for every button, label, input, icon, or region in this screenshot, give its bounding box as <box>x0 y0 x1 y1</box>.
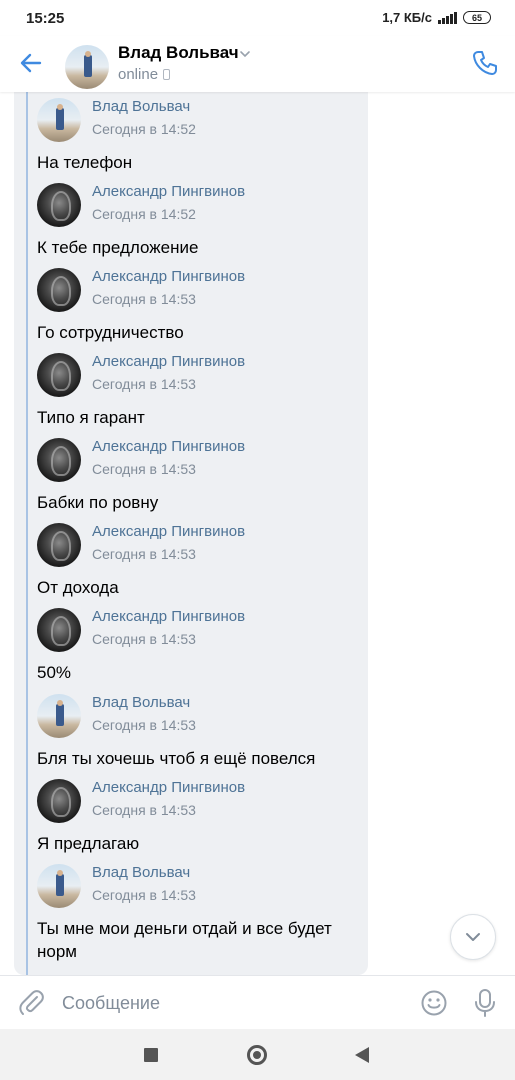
list-item[interactable]: Александр Пингвинов Сегодня в 14:53 Го с… <box>0 262 515 347</box>
author-name[interactable]: Александр Пингвинов <box>92 183 245 200</box>
message-input[interactable] <box>62 988 402 1018</box>
list-item[interactable]: Влад Вольвач Сегодня в 14:53 Бля ты хоче… <box>0 688 515 773</box>
emoji-icon[interactable] <box>420 989 448 1017</box>
list-item[interactable]: Александр Пингвинов Сегодня в 14:53 Я пр… <box>0 773 515 858</box>
phone-icon[interactable] <box>471 49 499 77</box>
back-icon[interactable] <box>355 1047 369 1063</box>
avatar[interactable] <box>65 45 109 89</box>
back-arrow-icon[interactable] <box>18 50 44 76</box>
chat-area[interactable]: Влад Вольвач Сегодня в 14:52 На телефон … <box>0 92 515 975</box>
avatar[interactable] <box>37 779 81 823</box>
scroll-down-button[interactable] <box>450 914 496 960</box>
list-item[interactable]: Александр Пингвинов Сегодня в 14:52 К те… <box>0 177 515 262</box>
home-icon[interactable] <box>247 1045 267 1065</box>
status-right: 1,7 КБ/с 65 <box>382 10 491 25</box>
network-speed: 1,7 КБ/с <box>382 10 432 25</box>
avatar[interactable] <box>37 523 81 567</box>
author-name[interactable]: Александр Пингвинов <box>92 438 245 455</box>
microphone-icon[interactable] <box>472 988 498 1018</box>
message-time: Сегодня в 14:52 <box>92 121 196 137</box>
message-time: Сегодня в 14:53 <box>92 717 196 733</box>
message-text: Я предлагаю <box>37 834 140 853</box>
avatar[interactable] <box>37 353 81 397</box>
message-time: Сегодня в 14:53 <box>92 376 196 392</box>
message-text: Ты мне мои деньги отдай и все будет норм <box>37 919 332 961</box>
message-text: К тебе предложение <box>37 238 199 257</box>
message-text: От дохода <box>37 578 119 597</box>
avatar[interactable] <box>37 98 81 142</box>
message-text: На телефон <box>37 153 133 172</box>
online-status: online <box>118 66 171 83</box>
author-name[interactable]: Александр Пингвинов <box>92 523 245 540</box>
list-item[interactable]: Александр Пингвинов Сегодня в 14:53 50% <box>0 602 515 687</box>
list-item[interactable]: Влад Вольвач Сегодня в 14:53 Ты мне мои … <box>0 858 515 975</box>
message-text: Бабки по ровну <box>37 493 159 512</box>
message-time: Сегодня в 14:53 <box>92 546 196 562</box>
list-item[interactable]: Александр Пингвинов Сегодня в 14:53 От д… <box>0 517 515 602</box>
list-item[interactable]: Александр Пингвинов Сегодня в 14:53 Бабк… <box>0 432 515 517</box>
message-text: 50% <box>37 663 72 682</box>
status-label: online <box>118 66 159 83</box>
message-text: Типо я гарант <box>37 408 145 427</box>
chevron-down-icon <box>466 933 480 941</box>
status-bar: 15:25 1,7 КБ/с 65 <box>0 0 515 36</box>
author-name[interactable]: Александр Пингвинов <box>92 268 245 285</box>
attach-icon[interactable] <box>17 988 45 1016</box>
avatar[interactable] <box>37 268 81 312</box>
author-name[interactable]: Александр Пингвинов <box>92 608 245 625</box>
avatar[interactable] <box>37 183 81 227</box>
avatar[interactable] <box>37 694 81 738</box>
message-time: Сегодня в 14:53 <box>92 461 196 477</box>
avatar[interactable] <box>37 608 81 652</box>
status-time: 15:25 <box>26 10 65 27</box>
list-item[interactable]: Александр Пингвинов Сегодня в 14:53 Типо… <box>0 347 515 432</box>
chat-header: Влад Вольвач online <box>0 36 515 92</box>
recents-icon[interactable] <box>144 1048 158 1062</box>
message-time: Сегодня в 14:53 <box>92 802 196 818</box>
message-time: Сегодня в 14:53 <box>92 291 196 307</box>
signal-icon <box>438 11 457 24</box>
chevron-down-icon[interactable] <box>238 47 252 61</box>
message-composer <box>0 975 515 1029</box>
author-name[interactable]: Александр Пингвинов <box>92 353 245 370</box>
list-item[interactable]: Влад Вольвач Сегодня в 14:52 На телефон <box>0 92 515 177</box>
battery-icon: 65 <box>463 11 491 24</box>
author-name[interactable]: Влад Вольвач <box>92 694 190 711</box>
chat-title[interactable]: Влад Вольвач <box>118 43 239 63</box>
message-text: Го сотрудничество <box>37 323 184 342</box>
author-name[interactable]: Влад Вольвач <box>92 864 190 881</box>
avatar[interactable] <box>37 438 81 482</box>
mobile-icon <box>163 69 171 80</box>
message-time: Сегодня в 14:52 <box>92 206 196 222</box>
avatar[interactable] <box>37 864 81 908</box>
author-name[interactable]: Александр Пингвинов <box>92 779 245 796</box>
message-text: Бля ты хочешь чтоб я ещё повелся <box>37 749 316 768</box>
message-time: Сегодня в 14:53 <box>92 631 196 647</box>
author-name[interactable]: Влад Вольвач <box>92 98 190 115</box>
message-time: Сегодня в 14:53 <box>92 887 196 903</box>
system-navigation-bar <box>0 1029 515 1080</box>
